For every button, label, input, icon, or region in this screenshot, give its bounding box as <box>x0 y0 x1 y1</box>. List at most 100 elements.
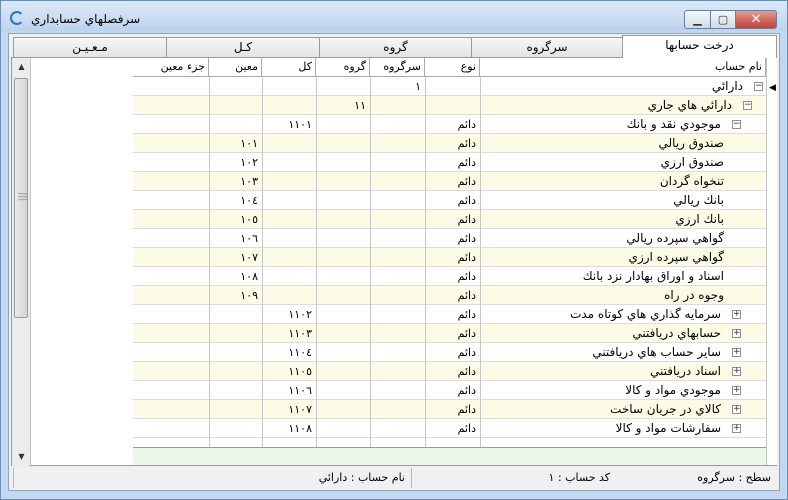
cell-kol[interactable] <box>262 267 316 286</box>
cell-joz[interactable] <box>133 381 209 400</box>
cell-kol[interactable] <box>262 96 316 115</box>
cell-type[interactable]: دائم <box>425 362 480 381</box>
table-row[interactable]: ١٠٢ دائم صندوق ارزي <box>133 153 766 172</box>
cell-group[interactable] <box>316 400 370 419</box>
cell-type[interactable] <box>425 96 480 115</box>
cell-account-name[interactable]: گواهي سپرده ريالي <box>480 229 727 248</box>
cell-joz[interactable] <box>133 267 209 286</box>
cell-kol[interactable] <box>262 286 316 305</box>
cell-joz[interactable] <box>133 191 209 210</box>
cell-type[interactable]: دائم <box>425 400 480 419</box>
cell-sargroup[interactable] <box>370 248 425 267</box>
cell-type[interactable]: دائم <box>425 153 480 172</box>
header-moin[interactable]: معين <box>209 58 262 77</box>
cell-account-name[interactable]: موجودي نقد و بانك <box>480 115 724 134</box>
cell-moin[interactable] <box>209 115 262 134</box>
tab-sargroup[interactable]: سرگروه <box>471 37 623 57</box>
cell-joz[interactable] <box>133 324 209 343</box>
cell-kol[interactable]: ١١٠٨ <box>262 419 316 438</box>
expand-icon[interactable]: + <box>732 348 741 357</box>
expand-icon[interactable]: + <box>732 310 741 319</box>
cell-account-name[interactable]: كالاي در جريان ساخت <box>480 400 724 419</box>
cell-type[interactable]: دائم <box>425 229 480 248</box>
cell-account-name[interactable]: موجودي مواد و كالا <box>480 381 724 400</box>
minimize-button[interactable]: ▁ <box>684 10 711 29</box>
cell-joz[interactable] <box>133 343 209 362</box>
cell-moin[interactable]: ١٠٤ <box>209 191 262 210</box>
header-group[interactable]: گروه <box>316 58 370 77</box>
cell-joz[interactable] <box>133 172 209 191</box>
cell-group[interactable] <box>316 229 370 248</box>
cell-joz[interactable] <box>133 419 209 438</box>
cell-sargroup[interactable] <box>370 381 425 400</box>
cell-moin[interactable] <box>209 400 262 419</box>
cell-sargroup[interactable] <box>370 210 425 229</box>
header-joz-moin[interactable]: جزء معين <box>133 58 209 77</box>
table-row[interactable]: ١٠٩ دائم وجوه در راه <box>133 286 766 305</box>
tab-group[interactable]: گروه <box>319 37 472 57</box>
cell-sargroup[interactable] <box>370 419 425 438</box>
table-row[interactable]: ١١٠٣ دائم حسابهاي دريافتني + <box>133 324 766 343</box>
table-row[interactable]: ١ دارائي − <box>133 77 766 96</box>
cell-type[interactable]: دائم <box>425 267 480 286</box>
close-button[interactable]: ✕ <box>735 10 777 29</box>
cell-sargroup[interactable] <box>370 229 425 248</box>
cell-account-name[interactable]: صندوق ريالي <box>480 134 727 153</box>
cell-group[interactable] <box>316 172 370 191</box>
cell-account-name[interactable]: اسناد دريافتني <box>480 362 724 381</box>
cell-sargroup[interactable] <box>370 115 425 134</box>
cell-type[interactable]: دائم <box>425 419 480 438</box>
expand-icon[interactable]: + <box>732 386 741 395</box>
cell-moin[interactable] <box>209 362 262 381</box>
cell-joz[interactable] <box>133 362 209 381</box>
cell-group[interactable] <box>316 210 370 229</box>
cell-account-name[interactable]: سفارشات مواد و كالا <box>480 419 724 438</box>
cell-account-name[interactable]: ساير حساب هاي دريافتني <box>480 343 724 362</box>
cell-sargroup[interactable] <box>370 191 425 210</box>
cell-kol[interactable] <box>262 210 316 229</box>
cell-account-name[interactable]: صندوق ارزي <box>480 153 727 172</box>
cell-joz[interactable] <box>133 134 209 153</box>
cell-account-name[interactable]: بانك ريالي <box>480 191 727 210</box>
tab-kol[interactable]: كـل <box>166 37 320 57</box>
table-row[interactable]: ١١٠٦ دائم موجودي مواد و كالا + <box>133 381 766 400</box>
cell-sargroup[interactable] <box>370 400 425 419</box>
cell-joz[interactable] <box>133 77 209 96</box>
cell-group[interactable] <box>316 381 370 400</box>
cell-sargroup[interactable] <box>370 362 425 381</box>
cell-account-name[interactable]: حسابهاي دريافتني <box>480 324 724 343</box>
cell-sargroup[interactable] <box>370 305 425 324</box>
cell-group[interactable] <box>316 305 370 324</box>
cell-group[interactable] <box>316 134 370 153</box>
header-account-name[interactable]: نام حساب <box>480 58 766 77</box>
cell-account-name[interactable]: وجوه در راه <box>480 286 727 305</box>
cell-moin[interactable]: ١٠٩ <box>209 286 262 305</box>
cell-sargroup[interactable] <box>370 286 425 305</box>
cell-type[interactable]: دائم <box>425 172 480 191</box>
cell-kol[interactable]: ١١٠٢ <box>262 305 316 324</box>
scroll-down-arrow-icon[interactable]: ▼ <box>12 448 31 465</box>
cell-kol[interactable]: ١١٠٦ <box>262 381 316 400</box>
maximize-button[interactable]: ▢ <box>710 10 736 29</box>
table-row[interactable]: ١١٠٢ دائم سرمايه گذاري هاي كوتاه مدت + <box>133 305 766 324</box>
cell-kol[interactable]: ١١٠٥ <box>262 362 316 381</box>
cell-kol[interactable] <box>262 191 316 210</box>
cell-account-name[interactable]: تنخواه گردان <box>480 172 727 191</box>
cell-joz[interactable] <box>133 248 209 267</box>
cell-group[interactable] <box>316 286 370 305</box>
cell-type[interactable]: دائم <box>425 191 480 210</box>
expand-icon[interactable]: + <box>732 329 741 338</box>
expand-icon[interactable]: + <box>732 424 741 433</box>
table-row[interactable]: ١٠٥ دائم بانك ارزي <box>133 210 766 229</box>
cell-sargroup[interactable] <box>370 134 425 153</box>
cell-moin[interactable]: ١٠١ <box>209 134 262 153</box>
cell-moin[interactable]: ١٠٧ <box>209 248 262 267</box>
table-row[interactable]: ١١٠٧ دائم كالاي در جريان ساخت + <box>133 400 766 419</box>
cell-type[interactable]: دائم <box>425 381 480 400</box>
cell-moin[interactable] <box>209 419 262 438</box>
cell-type[interactable]: دائم <box>425 343 480 362</box>
cell-joz[interactable] <box>133 210 209 229</box>
cell-type[interactable]: دائم <box>425 248 480 267</box>
row-selector-bar[interactable]: ◀ <box>766 58 777 465</box>
cell-type[interactable]: دائم <box>425 115 480 134</box>
